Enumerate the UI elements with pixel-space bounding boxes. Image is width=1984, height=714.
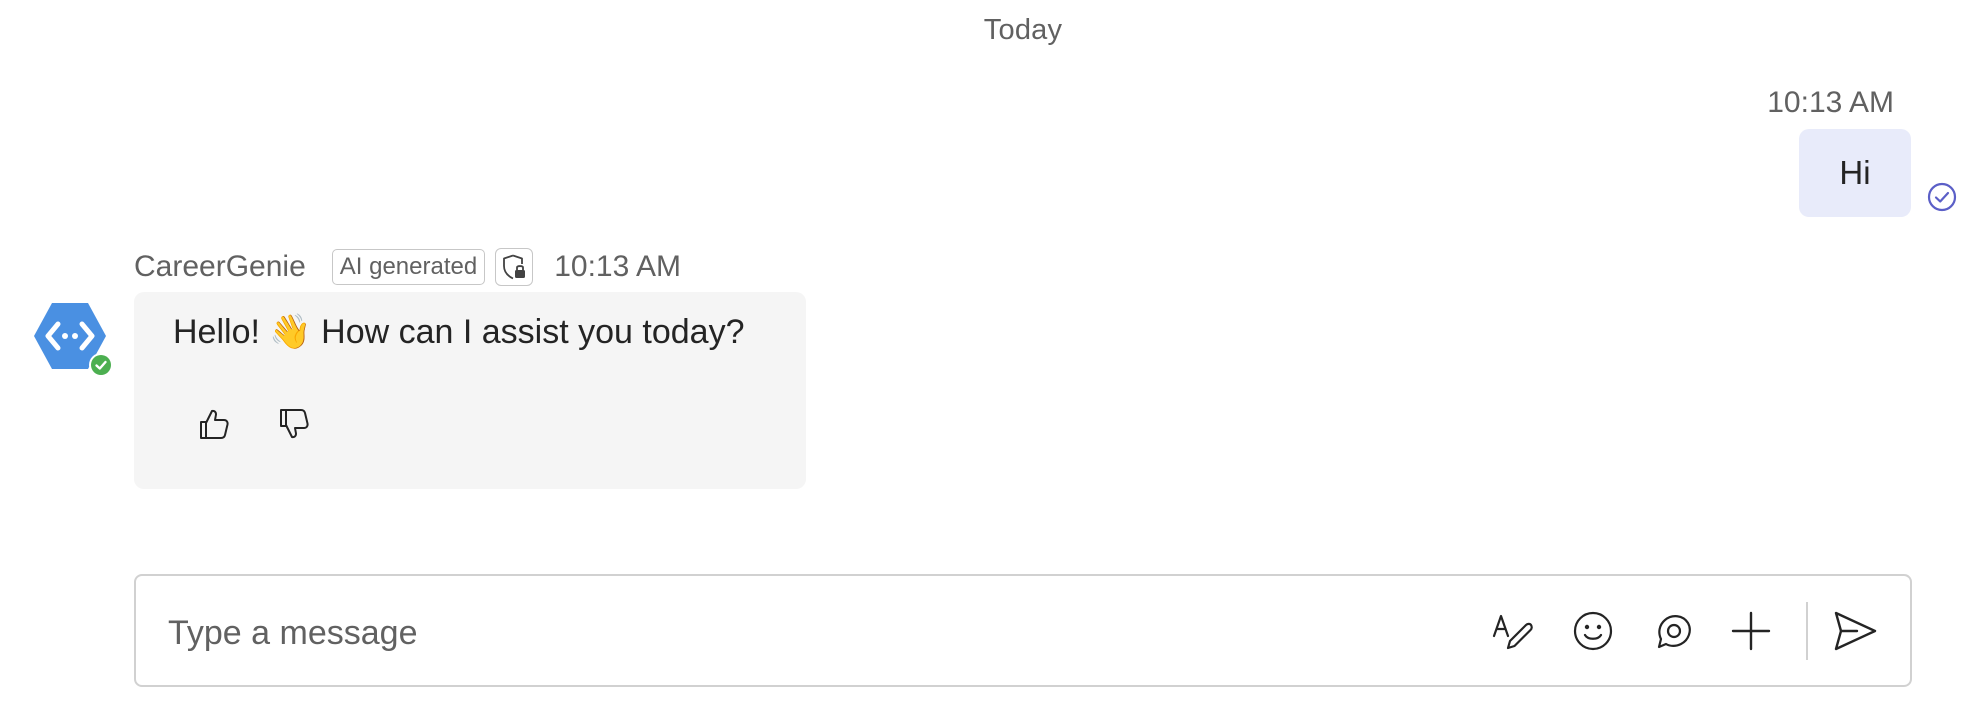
presence-available-icon bbox=[89, 353, 113, 377]
bot-message-text: Hello! 👋 How can I assist you today? bbox=[173, 313, 745, 351]
outgoing-message-time: 10:13 AM bbox=[1767, 86, 1894, 119]
outgoing-message-text: Hi bbox=[1839, 154, 1871, 191]
thumbs-down-button[interactable] bbox=[272, 402, 316, 446]
loop-component-button[interactable] bbox=[1648, 606, 1698, 656]
send-icon bbox=[1834, 611, 1877, 651]
loop-component-icon bbox=[1657, 615, 1691, 649]
shield-lock-icon[interactable] bbox=[495, 248, 534, 286]
thumbs-up-button[interactable] bbox=[192, 402, 236, 446]
format-icon bbox=[1492, 614, 1533, 650]
code-brackets-hexagon-icon bbox=[34, 303, 113, 377]
bot-name[interactable]: CareerGenie bbox=[134, 250, 306, 284]
outgoing-message-bubble[interactable]: Hi bbox=[1799, 129, 1911, 217]
attach-plus-button[interactable] bbox=[1726, 606, 1776, 656]
bot-message-header: CareerGenie AI generated 10:13 AM bbox=[134, 248, 681, 286]
ai-generated-badge[interactable]: AI generated bbox=[331, 249, 486, 285]
send-button[interactable] bbox=[1830, 606, 1880, 656]
emoji-icon bbox=[1573, 611, 1613, 651]
bot-message-time: 10:13 AM bbox=[554, 250, 681, 283]
day-divider: Today bbox=[983, 14, 1063, 46]
format-button[interactable] bbox=[1488, 606, 1538, 656]
message-input[interactable] bbox=[166, 604, 1470, 662]
thumbs-down-icon bbox=[280, 409, 309, 439]
thumbs-up-icon bbox=[200, 409, 229, 439]
emoji-button[interactable] bbox=[1568, 606, 1618, 656]
bot-message-bubble[interactable]: Hello! 👋 How can I assist you today? bbox=[134, 292, 806, 489]
message-composer bbox=[134, 574, 1912, 687]
read-receipt-check-icon bbox=[1926, 181, 1958, 213]
bot-avatar[interactable] bbox=[32, 300, 114, 378]
chat-view: Today 10:13 AM Hi CareerGenie AI generat… bbox=[0, 0, 1984, 714]
attach-plus-icon bbox=[1731, 611, 1771, 651]
composer-divider bbox=[1806, 602, 1808, 660]
